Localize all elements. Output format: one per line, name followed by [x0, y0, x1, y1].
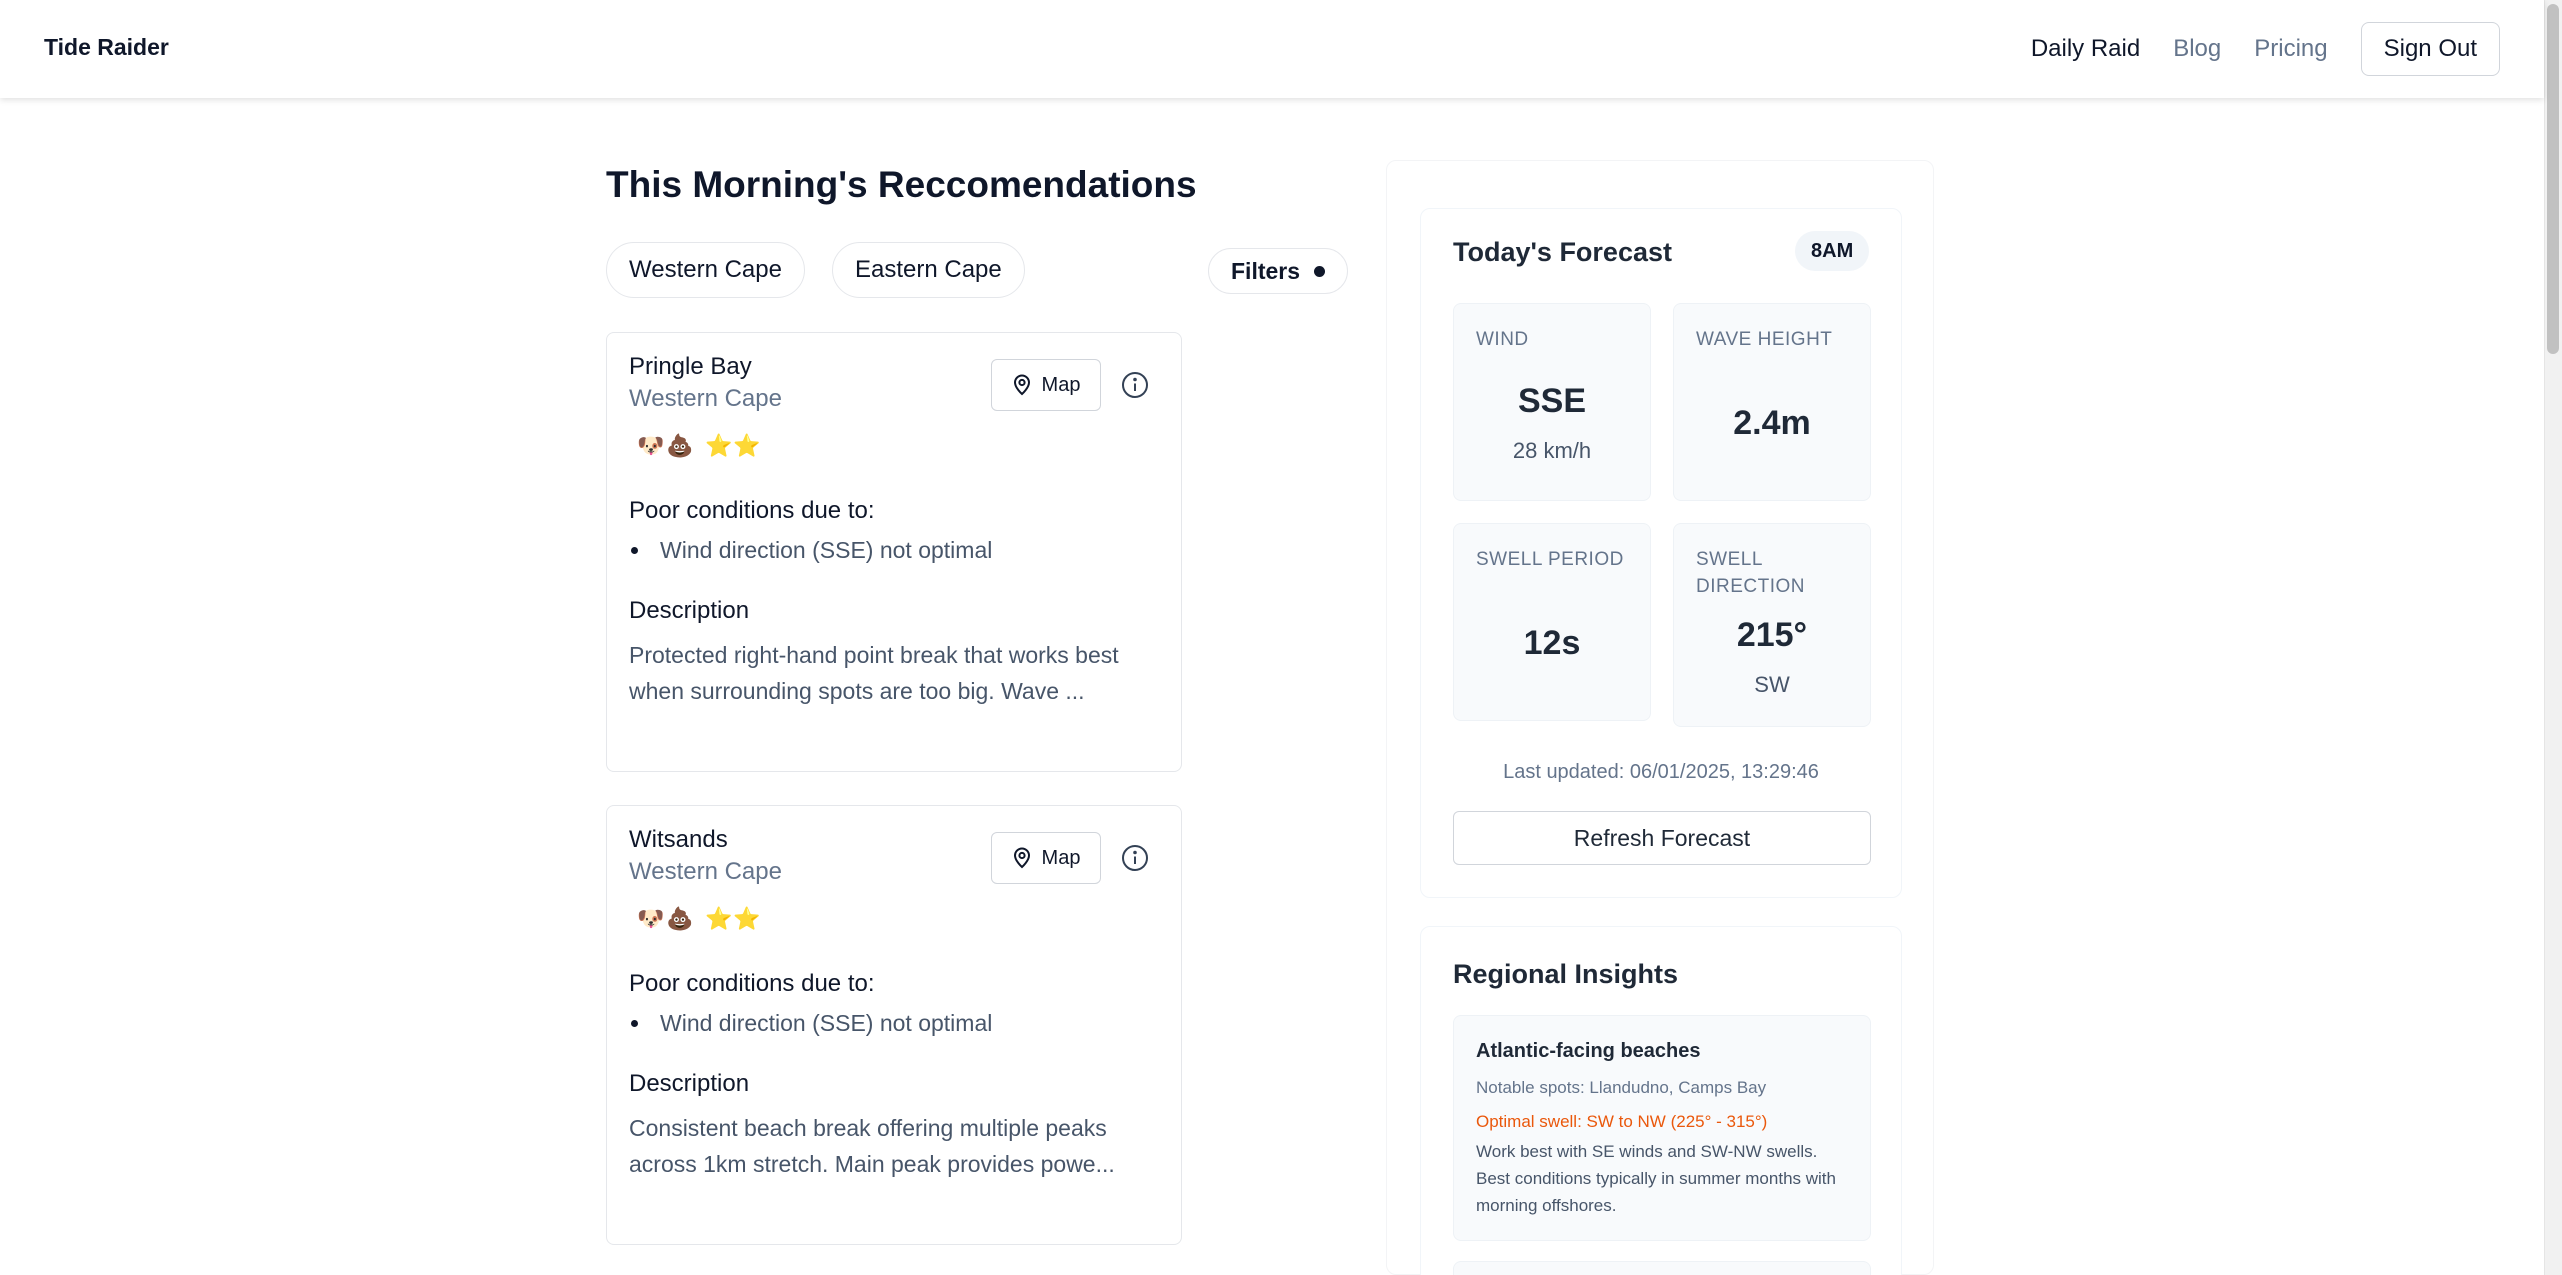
- insight-spots: Notable spots: Llandudno, Camps Bay: [1476, 1078, 1767, 1097]
- swell-direction-value: 215°: [1736, 616, 1808, 654]
- forecast-card: Today's Forecast 8AM WIND SSE 28 km/h WA…: [1420, 208, 1902, 898]
- region-tab-eastern-cape[interactable]: Eastern Cape: [832, 242, 1025, 298]
- map-button-label: Map: [1041, 373, 1081, 396]
- rating-stars: ⭐⭐: [705, 906, 762, 931]
- filters-label: Filters: [1231, 257, 1301, 284]
- nav-pricing[interactable]: Pricing: [2254, 35, 2327, 63]
- info-icon[interactable]: [1121, 844, 1149, 872]
- map-button-label: Map: [1041, 846, 1081, 869]
- swell-period-metric: SWELL PERIOD 12s: [1453, 523, 1651, 721]
- poor-conditions-title: Poor conditions due to:: [629, 970, 875, 997]
- rating-stars: ⭐⭐: [705, 433, 762, 458]
- insight-item: Atlantic-facing beaches Notable spots: L…: [1453, 1015, 1871, 1241]
- wave-height-metric: WAVE HEIGHT 2.4m: [1673, 303, 1871, 501]
- filters-button[interactable]: Filters: [1208, 248, 1349, 294]
- map-button[interactable]: Map: [991, 832, 1101, 884]
- map-pin-icon: [1013, 374, 1030, 396]
- description-text: Consistent beach break offering multiple…: [629, 1115, 1115, 1177]
- bullet-icon: [631, 547, 638, 554]
- scrollbar-thumb[interactable]: [2547, 4, 2559, 354]
- nav-blog[interactable]: Blog: [2173, 35, 2221, 63]
- swell-period-value: 12s: [1523, 624, 1581, 662]
- poor-reason-item: Wind direction (SSE) not optimal: [629, 1010, 992, 1037]
- swell-direction-compass: SW: [1754, 672, 1790, 697]
- swell-period-label: SWELL PERIOD: [1476, 549, 1624, 570]
- wind-metric: WIND SSE 28 km/h: [1453, 303, 1651, 501]
- poor-reason-text: Wind direction (SSE) not optimal: [660, 537, 993, 563]
- poor-reason-item: Wind direction (SSE) not optimal: [629, 537, 992, 564]
- wave-height-value: 2.4m: [1733, 404, 1811, 442]
- scrollbar[interactable]: [2544, 0, 2562, 1275]
- wave-height-label: WAVE HEIGHT: [1696, 329, 1833, 350]
- poor-reason-text: Wind direction (SSE) not optimal: [660, 1010, 993, 1036]
- nav-daily-raid[interactable]: Daily Raid: [2031, 35, 2140, 63]
- regional-insights-card: Regional Insights Atlantic-facing beache…: [1420, 926, 1902, 1275]
- swell-direction-metric: SWELL DIRECTION 215° SW: [1673, 523, 1871, 727]
- poor-conditions-title: Poor conditions due to:: [629, 497, 875, 524]
- description-text: Protected right-hand point break that wo…: [629, 642, 1119, 704]
- region-tab-western-cape[interactable]: Western Cape: [606, 242, 805, 298]
- top-navbar: Tide Raider Daily Raid Blog Pricing Sign…: [0, 0, 2544, 98]
- insight-description: Work best with SE winds and SW-NW swells…: [1476, 1142, 1836, 1215]
- insight-name: Atlantic-facing beaches: [1476, 1040, 1701, 1062]
- description-title: Description: [629, 1070, 750, 1097]
- map-pin-icon: [1013, 847, 1030, 869]
- swell-direction-label: SWELL DIRECTION: [1696, 549, 1805, 597]
- forecast-title: Today's Forecast: [1453, 237, 1672, 267]
- filter-dot-icon: [1314, 265, 1326, 277]
- wind-speed: 28 km/h: [1512, 438, 1592, 463]
- spot-region: Western Cape: [629, 385, 782, 412]
- refresh-forecast-button[interactable]: Refresh Forecast: [1453, 811, 1871, 865]
- description-title: Description: [629, 597, 750, 624]
- spot-region: Western Cape: [629, 858, 782, 885]
- main-nav: Daily Raid Blog Pricing Sign Out: [2031, 22, 2500, 76]
- page-title: This Morning's Reccomendations: [606, 164, 1197, 205]
- spot-card: Pringle Bay Western Cape Map 🐶💩 ⭐⭐ Poor …: [606, 332, 1182, 772]
- bullet-icon: [631, 1020, 638, 1027]
- time-badge: 8AM: [1795, 231, 1870, 271]
- info-icon[interactable]: [1121, 371, 1149, 399]
- map-button[interactable]: Map: [991, 359, 1101, 411]
- wind-value: SSE: [1517, 382, 1587, 420]
- dog-poop-emoji: 🐶💩: [637, 906, 696, 931]
- insights-title: Regional Insights: [1453, 959, 1679, 989]
- insight-swell: Optimal swell: SW to NW (225° - 315°): [1476, 1112, 1768, 1131]
- last-updated: Last updated: 06/01/2025, 13:29:46: [1503, 761, 1819, 783]
- spot-name: Pringle Bay: [629, 353, 752, 380]
- dog-poop-emoji: 🐶💩: [637, 433, 696, 458]
- spot-card: Witsands Western Cape Map 🐶💩 ⭐⭐ Poor con…: [606, 805, 1182, 1245]
- sign-out-button[interactable]: Sign Out: [2360, 22, 2500, 76]
- wind-label: WIND: [1476, 329, 1529, 350]
- spot-name: Witsands: [629, 826, 728, 853]
- insight-item: [1453, 1261, 1871, 1275]
- brand-logo[interactable]: Tide Raider: [44, 34, 169, 61]
